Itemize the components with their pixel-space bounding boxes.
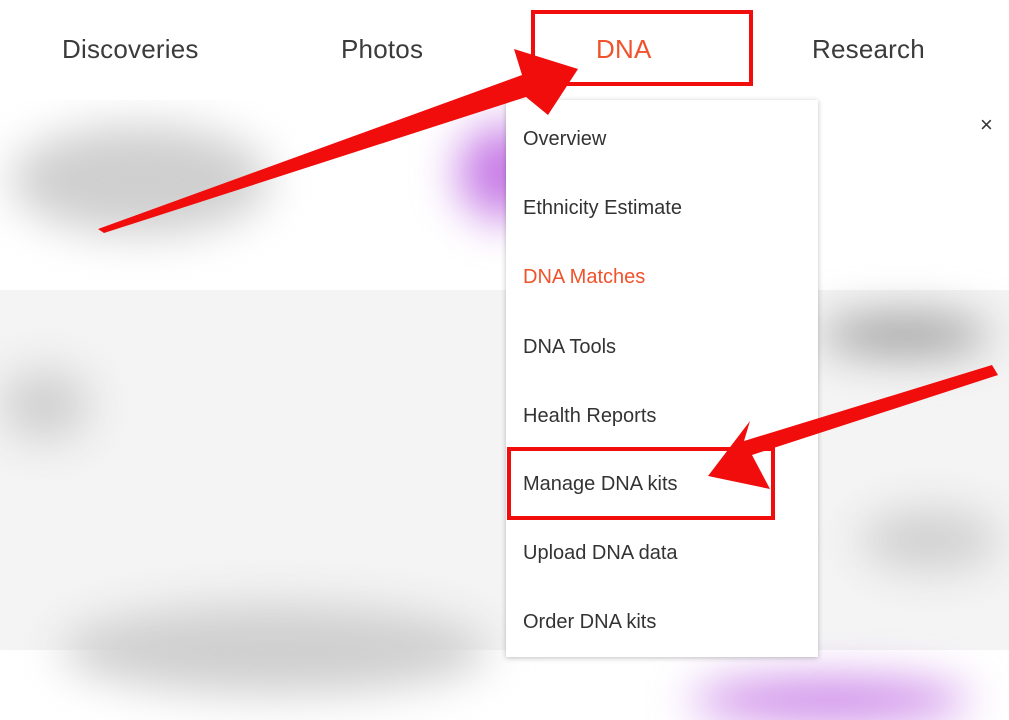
nav-item-discoveries[interactable]: Discoveries xyxy=(62,34,199,65)
menu-item-ethnicity-estimate[interactable]: Ethnicity Estimate xyxy=(523,197,682,220)
menu-item-health-reports[interactable]: Health Reports xyxy=(523,405,656,428)
menu-item-dna-tools[interactable]: DNA Tools xyxy=(523,336,616,359)
menu-item-overview[interactable]: Overview xyxy=(523,128,606,151)
menu-item-order-dna-kits[interactable]: Order DNA kits xyxy=(523,611,656,634)
top-navigation: Discoveries Photos DNA Research xyxy=(0,0,1009,100)
blurred-content xyxy=(60,605,490,695)
blurred-button xyxy=(690,680,970,720)
blurred-content xyxy=(860,510,1000,570)
blurred-content xyxy=(820,315,990,355)
blurred-content xyxy=(10,125,270,235)
dna-highlight-box xyxy=(531,10,753,86)
manage-kits-highlight-box xyxy=(507,447,775,520)
menu-item-upload-dna-data[interactable]: Upload DNA data xyxy=(523,542,678,565)
blurred-content xyxy=(0,370,90,440)
menu-item-dna-matches[interactable]: DNA Matches xyxy=(523,266,645,289)
dna-dropdown-menu: Overview Ethnicity Estimate DNA Matches … xyxy=(506,100,818,657)
nav-item-photos[interactable]: Photos xyxy=(341,34,423,65)
nav-item-research[interactable]: Research xyxy=(812,34,925,65)
background-page xyxy=(0,100,1009,720)
close-icon[interactable]: × xyxy=(980,114,993,136)
